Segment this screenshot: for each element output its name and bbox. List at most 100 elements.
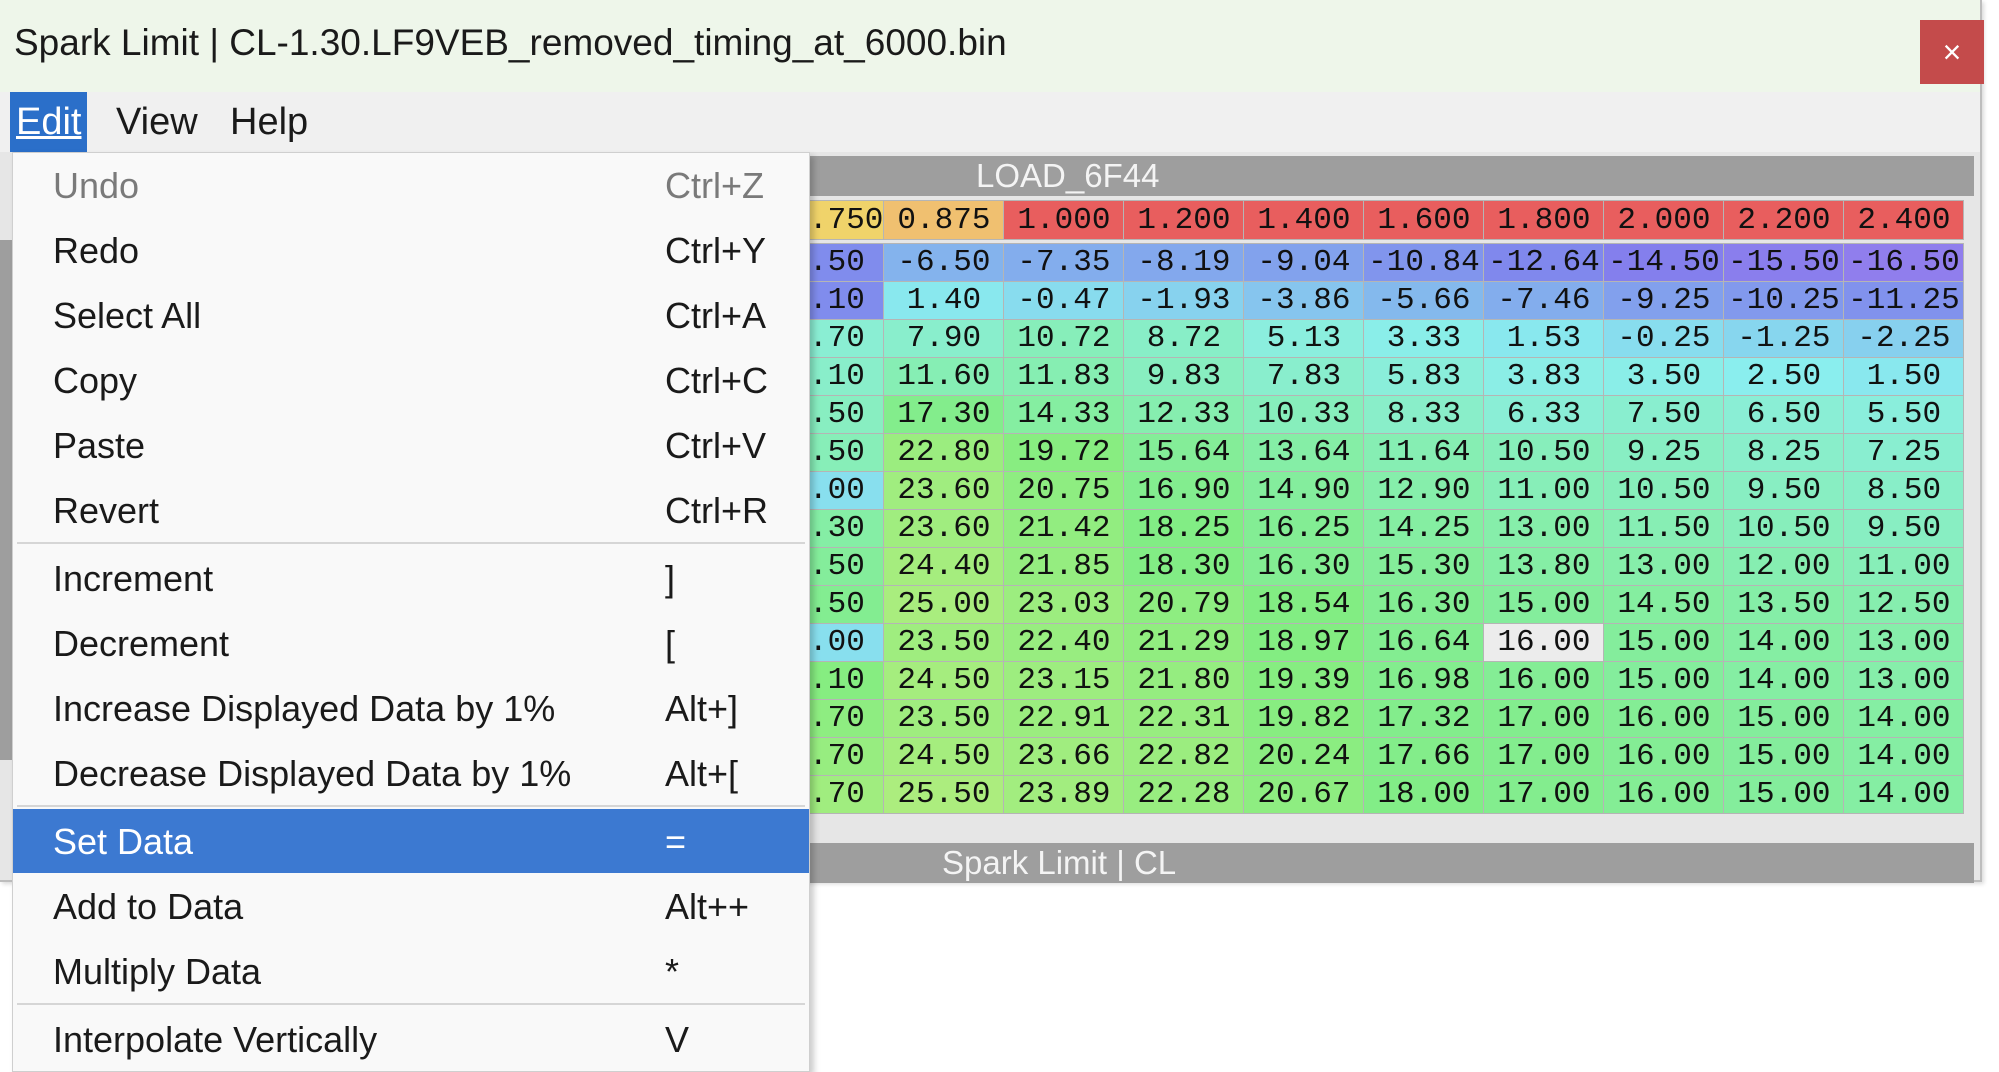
table-cell[interactable]: 13.00 <box>1843 661 1965 700</box>
table-cell[interactable]: 1.40 <box>883 281 1005 320</box>
table-cell[interactable]: 16.25 <box>1243 509 1365 548</box>
menu-view[interactable]: View <box>110 92 204 152</box>
table-cell[interactable]: 14.33 <box>1003 395 1125 434</box>
table-cell[interactable]: 13.00 <box>1483 509 1605 548</box>
column-header-cell[interactable]: 1.800 <box>1483 200 1605 240</box>
table-cell[interactable]: 19.39 <box>1243 661 1365 700</box>
table-cell[interactable]: 14.00 <box>1843 699 1965 738</box>
menu-item-increase-displayed-data-by-1[interactable]: Increase Displayed Data by 1% Alt+] <box>13 676 809 740</box>
table-cell[interactable]: 23.03 <box>1003 585 1125 624</box>
table-cell[interactable]: 12.50 <box>1843 585 1965 624</box>
table-cell[interactable]: 22.82 <box>1123 737 1245 776</box>
table-cell[interactable]: 16.00 <box>1483 623 1605 662</box>
table-cell[interactable]: 11.00 <box>1483 471 1605 510</box>
table-cell[interactable]: 1.53 <box>1483 319 1605 358</box>
table-cell[interactable]: .70 <box>805 775 885 814</box>
table-cell[interactable]: 20.75 <box>1003 471 1125 510</box>
table-cell[interactable]: -1.93 <box>1123 281 1245 320</box>
table-cell[interactable]: 10.72 <box>1003 319 1125 358</box>
table-cell[interactable]: -7.46 <box>1483 281 1605 320</box>
table-cell[interactable]: .10 <box>805 281 885 320</box>
table-cell[interactable]: 16.90 <box>1123 471 1245 510</box>
table-cell[interactable]: 14.90 <box>1243 471 1365 510</box>
table-cell[interactable]: 24.50 <box>883 737 1005 776</box>
table-cell[interactable]: 13.00 <box>1843 623 1965 662</box>
table-cell[interactable]: 6.50 <box>1723 395 1845 434</box>
table-cell[interactable]: 25.00 <box>883 585 1005 624</box>
table-cell[interactable]: 5.13 <box>1243 319 1365 358</box>
table-cell[interactable]: 17.32 <box>1363 699 1485 738</box>
table-cell[interactable]: 6.33 <box>1483 395 1605 434</box>
table-cell[interactable]: 11.00 <box>1843 547 1965 586</box>
table-cell[interactable]: .50 <box>805 433 885 472</box>
table-cell[interactable]: 20.79 <box>1123 585 1245 624</box>
table-cell[interactable]: 18.00 <box>1363 775 1485 814</box>
column-header-cell[interactable]: 2.200 <box>1723 200 1845 240</box>
table-cell[interactable]: .10 <box>805 661 885 700</box>
menu-item-redo[interactable]: Redo Ctrl+Y <box>13 218 809 282</box>
table-cell[interactable]: 16.00 <box>1603 699 1725 738</box>
table-cell[interactable]: 3.83 <box>1483 357 1605 396</box>
menu-item-set-data[interactable]: Set Data = <box>13 809 809 873</box>
table-cell[interactable]: 16.98 <box>1363 661 1485 700</box>
table-cell[interactable]: 24.40 <box>883 547 1005 586</box>
column-header-cell[interactable]: 1.400 <box>1243 200 1365 240</box>
table-cell[interactable]: 2.50 <box>1723 357 1845 396</box>
table-cell[interactable]: 8.50 <box>1843 471 1965 510</box>
table-cell[interactable]: 21.29 <box>1123 623 1245 662</box>
table-cell[interactable]: 1.50 <box>1843 357 1965 396</box>
table-cell[interactable]: 12.33 <box>1123 395 1245 434</box>
table-cell[interactable]: 17.66 <box>1363 737 1485 776</box>
table-cell[interactable]: 21.42 <box>1003 509 1125 548</box>
close-icon[interactable]: × <box>1920 20 1984 84</box>
column-header-cell[interactable]: .750 <box>805 200 885 240</box>
table-cell[interactable]: 16.00 <box>1603 775 1725 814</box>
table-cell[interactable]: 23.60 <box>883 471 1005 510</box>
table-cell[interactable]: .50 <box>805 547 885 586</box>
table-cell[interactable]: 23.50 <box>883 699 1005 738</box>
table-cell[interactable]: -7.35 <box>1003 243 1125 282</box>
menu-item-revert[interactable]: Revert Ctrl+R <box>13 478 809 542</box>
table-cell[interactable]: 15.00 <box>1723 775 1845 814</box>
table-cell[interactable]: 14.00 <box>1723 661 1845 700</box>
table-cell[interactable]: 19.82 <box>1243 699 1365 738</box>
table-cell[interactable]: -15.50 <box>1723 243 1845 282</box>
table-cell[interactable]: -11.25 <box>1843 281 1965 320</box>
table-cell[interactable]: 8.72 <box>1123 319 1245 358</box>
table-cell[interactable]: 10.33 <box>1243 395 1365 434</box>
table-cell[interactable]: .50 <box>805 585 885 624</box>
table-cell[interactable]: -14.50 <box>1603 243 1725 282</box>
table-cell[interactable]: .50 <box>805 243 885 282</box>
table-cell[interactable]: -16.50 <box>1843 243 1965 282</box>
table-cell[interactable]: 14.00 <box>1843 775 1965 814</box>
table-cell[interactable]: .50 <box>805 395 885 434</box>
menu-item-decrement[interactable]: Decrement [ <box>13 611 809 675</box>
table-cell[interactable]: 3.50 <box>1603 357 1725 396</box>
table-cell[interactable]: 23.50 <box>883 623 1005 662</box>
table-cell[interactable]: 7.90 <box>883 319 1005 358</box>
table-cell[interactable]: 10.50 <box>1483 433 1605 472</box>
table-cell[interactable]: 14.50 <box>1603 585 1725 624</box>
table-cell[interactable]: 22.31 <box>1123 699 1245 738</box>
table-cell[interactable]: -10.25 <box>1723 281 1845 320</box>
table-cell[interactable]: 23.60 <box>883 509 1005 548</box>
table-cell[interactable]: .10 <box>805 357 885 396</box>
table-cell[interactable]: 9.25 <box>1603 433 1725 472</box>
table-cell[interactable]: 23.66 <box>1003 737 1125 776</box>
table-cell[interactable]: 13.50 <box>1723 585 1845 624</box>
table-cell[interactable]: -8.19 <box>1123 243 1245 282</box>
table-cell[interactable]: 17.30 <box>883 395 1005 434</box>
table-cell[interactable]: .00 <box>805 471 885 510</box>
table-cell[interactable]: 23.89 <box>1003 775 1125 814</box>
table-cell[interactable]: 18.25 <box>1123 509 1245 548</box>
table-cell[interactable]: 22.80 <box>883 433 1005 472</box>
table-cell[interactable]: 25.50 <box>883 775 1005 814</box>
table-cell[interactable]: -2.25 <box>1843 319 1965 358</box>
menu-item-interpolate-vertically[interactable]: Interpolate Vertically V <box>13 1007 809 1071</box>
table-cell[interactable]: -1.25 <box>1723 319 1845 358</box>
table-cell[interactable]: 21.80 <box>1123 661 1245 700</box>
table-cell[interactable]: 22.40 <box>1003 623 1125 662</box>
table-cell[interactable]: .00 <box>805 623 885 662</box>
table-cell[interactable]: 12.90 <box>1363 471 1485 510</box>
table-cell[interactable]: 15.00 <box>1723 737 1845 776</box>
